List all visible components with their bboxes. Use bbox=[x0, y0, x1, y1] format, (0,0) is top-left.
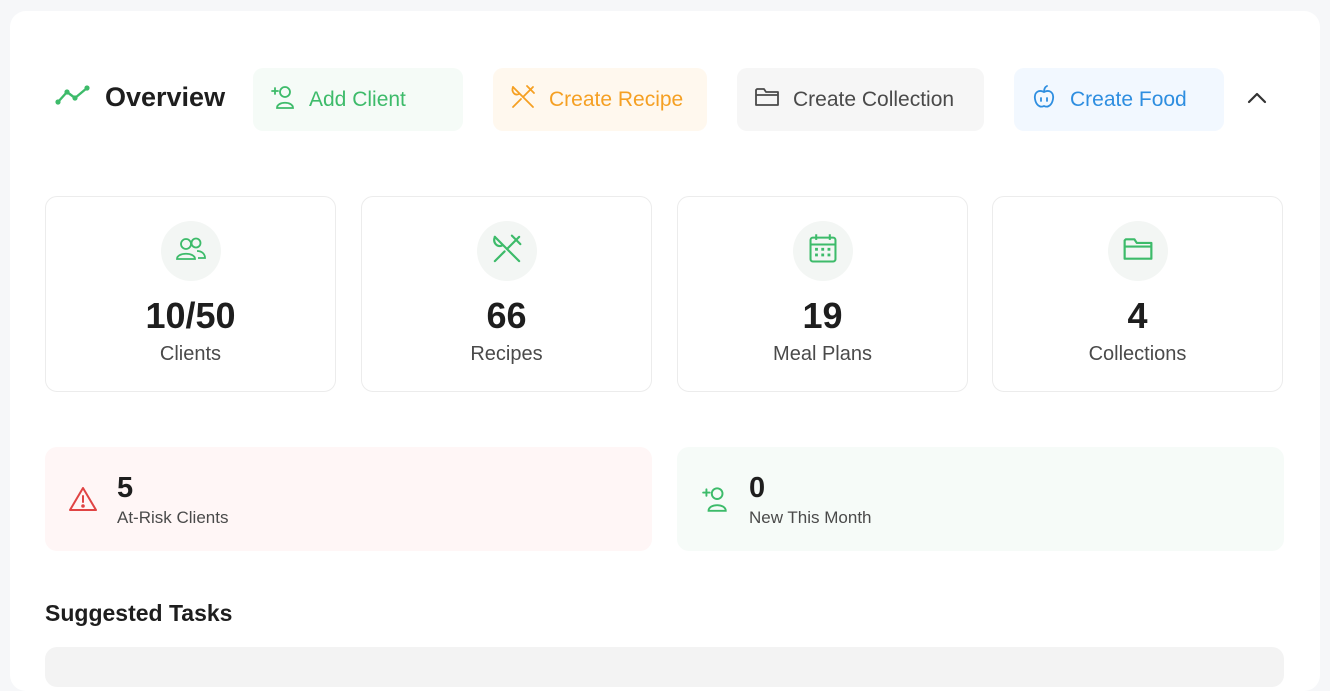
stat-card-collections[interactable]: 4 Collections bbox=[992, 196, 1283, 392]
create-collection-button[interactable]: Create Collection bbox=[737, 68, 984, 131]
overview-title: Overview bbox=[55, 82, 225, 113]
stat-label: Clients bbox=[159, 343, 222, 365]
create-recipe-button[interactable]: Create Recipe bbox=[493, 68, 707, 131]
stat-card-meal-plans[interactable]: 19 Meal Plans bbox=[677, 196, 968, 392]
user-plus-icon bbox=[699, 483, 731, 515]
add-client-label: Add Client bbox=[309, 87, 406, 111]
utensils-icon bbox=[509, 83, 537, 117]
new-this-month-card[interactable]: 0 New This Month bbox=[677, 447, 1284, 551]
create-food-button[interactable]: Create Food bbox=[1014, 68, 1224, 131]
create-recipe-label: Create Recipe bbox=[549, 87, 684, 111]
calendar-icon bbox=[806, 232, 840, 271]
new-this-month-label: New This Month bbox=[749, 508, 872, 527]
stat-value: 19 bbox=[802, 295, 843, 336]
stat-value: 66 bbox=[486, 295, 527, 336]
at-risk-count: 5 bbox=[117, 472, 134, 504]
apple-icon bbox=[1030, 83, 1058, 117]
folder-icon bbox=[753, 83, 781, 117]
stat-label: Collections bbox=[1088, 343, 1187, 365]
create-collection-label: Create Collection bbox=[793, 87, 955, 111]
trend-line-icon bbox=[55, 83, 91, 112]
overview-header: Overview Add Client Create Recipe Create… bbox=[10, 68, 1320, 132]
at-risk-label: At-Risk Clients bbox=[117, 508, 229, 527]
stat-label: Recipes bbox=[470, 343, 543, 365]
stat-value: 4 bbox=[1127, 295, 1148, 336]
users-icon bbox=[174, 234, 208, 269]
at-risk-clients-card[interactable]: 5 At-Risk Clients bbox=[45, 447, 652, 551]
stat-card-recipes[interactable]: 66 Recipes bbox=[361, 196, 652, 392]
new-this-month-count: 0 bbox=[749, 472, 766, 504]
utensils-icon bbox=[490, 232, 524, 271]
create-food-label: Create Food bbox=[1070, 87, 1187, 111]
warning-icon bbox=[67, 483, 99, 515]
chevron-up-icon bbox=[1246, 91, 1268, 110]
add-client-button[interactable]: Add Client bbox=[253, 68, 463, 131]
collapse-button[interactable] bbox=[1242, 86, 1272, 114]
stat-card-clients[interactable]: 10/50 Clients bbox=[45, 196, 336, 392]
overview-panel: Overview Add Client Create Recipe Create… bbox=[10, 11, 1320, 691]
suggested-task-item[interactable] bbox=[45, 647, 1284, 687]
suggested-tasks-title: Suggested Tasks bbox=[45, 600, 233, 626]
user-plus-icon bbox=[269, 83, 297, 117]
stat-value: 10/50 bbox=[145, 295, 236, 336]
folder-icon bbox=[1121, 232, 1155, 271]
stat-label: Meal Plans bbox=[773, 343, 872, 365]
page-title: Overview bbox=[105, 82, 226, 112]
